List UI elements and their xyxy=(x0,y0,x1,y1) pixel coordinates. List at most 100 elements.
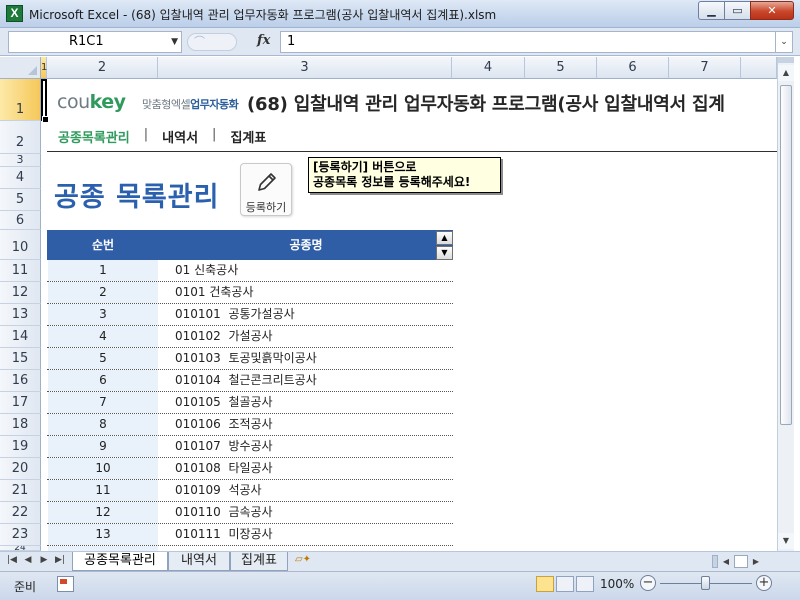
note-line-2: 공종목록 정보를 등록해주세요! xyxy=(313,175,471,189)
row-num: 5 xyxy=(48,348,158,369)
next-sheet-icon[interactable]: ▶ xyxy=(38,555,50,565)
header-work-name: 공종명 xyxy=(289,238,323,252)
prev-sheet-icon[interactable]: ◀ xyxy=(22,555,34,565)
table-row[interactable]: 5 010103 토공및흙막이공사 xyxy=(47,348,453,370)
pencil-icon xyxy=(258,173,276,191)
column-header[interactable] xyxy=(741,57,777,79)
zoom-in-icon[interactable]: + xyxy=(756,575,772,591)
horizontal-scrollbar[interactable]: ◀ ▶ xyxy=(712,554,794,569)
row-header[interactable]: 12 xyxy=(0,282,41,304)
row-header[interactable]: 5 xyxy=(0,189,41,211)
minimize-icon[interactable]: ▁ xyxy=(698,1,724,20)
tab-summary[interactable]: 집계표 xyxy=(230,552,288,571)
window-controls: ▁ ▭ ✕ xyxy=(698,1,794,20)
table-row[interactable]: 12 010110 금속공사 xyxy=(47,502,453,524)
excel-app-icon[interactable]: X xyxy=(6,5,23,22)
nav-link-list[interactable]: 공종목록관리 xyxy=(58,127,130,146)
list-scroll-spinner[interactable]: ▲ ▼ xyxy=(436,231,453,260)
scroll-thumb[interactable] xyxy=(780,85,792,425)
hsplit-handle[interactable] xyxy=(712,555,718,568)
status-bar: 준비 100% − + xyxy=(0,571,800,600)
row-header[interactable]: 4 xyxy=(0,167,41,189)
table-row[interactable]: 4 010102 가설공사 xyxy=(47,326,453,348)
row-header[interactable]: 22 xyxy=(0,502,41,524)
hscroll-thumb[interactable] xyxy=(734,555,748,568)
row-header[interactable]: 18 xyxy=(0,414,41,436)
table-row[interactable]: 6 010104 철근콘크리트공사 xyxy=(47,370,453,392)
vertical-scrollbar[interactable]: ▲ ▼ xyxy=(777,57,794,551)
row-header[interactable]: 20 xyxy=(0,458,41,480)
name-box[interactable]: R1C1 ▼ xyxy=(8,31,182,53)
tab-work-list[interactable]: 공종목록관리 xyxy=(72,552,168,571)
page-layout-view-icon[interactable] xyxy=(556,576,574,592)
column-header[interactable]: 2 xyxy=(47,57,158,79)
spin-down-icon[interactable]: ▼ xyxy=(436,246,453,260)
column-header[interactable]: 7 xyxy=(669,57,741,79)
zoom-level[interactable]: 100% xyxy=(600,577,634,591)
tab-statement[interactable]: 내역서 xyxy=(168,552,230,571)
normal-view-icon[interactable] xyxy=(536,576,554,592)
maximize-icon[interactable]: ▭ xyxy=(724,1,750,20)
scroll-right-icon[interactable]: ▶ xyxy=(750,557,762,566)
formula-bar: R1C1 ▼ ⌒ fx 1 ⌄ xyxy=(0,28,800,56)
select-all-corner[interactable] xyxy=(0,57,41,79)
row-header[interactable]: 21 xyxy=(0,480,41,502)
spin-up-icon[interactable]: ▲ xyxy=(436,231,453,245)
row-header[interactable]: 1 xyxy=(0,79,41,121)
row-num: 12 xyxy=(48,502,158,523)
row-header[interactable]: 23 xyxy=(0,524,41,546)
row-header[interactable]: 14 xyxy=(0,326,41,348)
nav-link-statement[interactable]: 내역서 xyxy=(162,127,198,146)
row-header[interactable]: 17 xyxy=(0,392,41,414)
table-row[interactable]: 13 010111 미장공사 xyxy=(47,524,453,546)
close-icon[interactable]: ✕ xyxy=(750,1,794,20)
column-header[interactable]: 5 xyxy=(525,57,597,79)
row-header[interactable]: 19 xyxy=(0,436,41,458)
insert-function-button[interactable]: fx xyxy=(257,33,270,48)
zoom-slider-thumb[interactable] xyxy=(701,576,710,590)
title-bar: X Microsoft Excel - (68) 입찰내역 관리 업무자동화 프… xyxy=(0,0,800,28)
last-sheet-icon[interactable]: ▶| xyxy=(54,555,66,565)
worksheet-grid: 1 2 3 4 5 6 7 1 2 3 4 5 6 10 11 12 13 14… xyxy=(0,57,777,551)
page-break-view-icon[interactable] xyxy=(576,576,594,592)
row-header[interactable]: 13 xyxy=(0,304,41,326)
register-button[interactable]: 등록하기 xyxy=(240,163,292,216)
name-box-value: R1C1 xyxy=(69,34,104,49)
column-header[interactable]: 3 xyxy=(158,57,452,79)
logo-subtitle: 맞춤형엑셀업무자동화 xyxy=(142,96,239,112)
chevron-down-icon[interactable]: ▼ xyxy=(171,32,178,52)
table-row[interactable]: 8 010106 조적공사 xyxy=(47,414,453,436)
scroll-down-icon[interactable]: ▼ xyxy=(778,533,794,549)
insert-sheet-icon[interactable]: ▱✦ xyxy=(291,554,315,569)
expand-formula-bar-icon[interactable]: ⌄ xyxy=(776,31,793,53)
row-header[interactable]: 15 xyxy=(0,348,41,370)
column-header[interactable]: 6 xyxy=(597,57,669,79)
first-sheet-icon[interactable]: |◀ xyxy=(6,555,18,565)
table-row[interactable]: 7 010105 철골공사 xyxy=(47,392,453,414)
row-name: 010101 공통가설공사 xyxy=(175,307,295,321)
row-header[interactable]: 10 xyxy=(0,230,41,260)
table-row[interactable]: 9 010107 방수공사 xyxy=(47,436,453,458)
formula-input[interactable]: 1 xyxy=(280,31,776,53)
row-header[interactable]: 6 xyxy=(0,211,41,230)
split-handle[interactable] xyxy=(778,57,794,63)
table-row[interactable]: 10 010108 타일공사 xyxy=(47,458,453,480)
header-seq: 순번 xyxy=(91,238,115,252)
logo-prefix: cou xyxy=(57,91,90,113)
row-name: 010103 토공및흙막이공사 xyxy=(175,351,317,365)
row-header[interactable]: 11 xyxy=(0,260,41,282)
scroll-left-icon[interactable]: ◀ xyxy=(720,557,732,566)
table-row[interactable]: 2 0101 건축공사 xyxy=(47,282,453,304)
table-row[interactable]: 3 010101 공통가설공사 xyxy=(47,304,453,326)
row-name: 010106 조적공사 xyxy=(175,417,273,431)
nav-link-summary[interactable]: 집계표 xyxy=(230,127,266,146)
table-row[interactable]: 1 01 신축공사 xyxy=(47,260,453,282)
zoom-out-icon[interactable]: − xyxy=(640,575,656,591)
row-header[interactable]: 16 xyxy=(0,370,41,392)
row-header[interactable]: 3 xyxy=(0,154,41,167)
record-macro-icon[interactable] xyxy=(57,576,74,592)
table-row[interactable]: 11 010109 석공사 xyxy=(47,480,453,502)
scroll-up-icon[interactable]: ▲ xyxy=(778,65,794,81)
column-header[interactable]: 4 xyxy=(452,57,525,79)
row-header[interactable]: 2 xyxy=(0,121,41,154)
